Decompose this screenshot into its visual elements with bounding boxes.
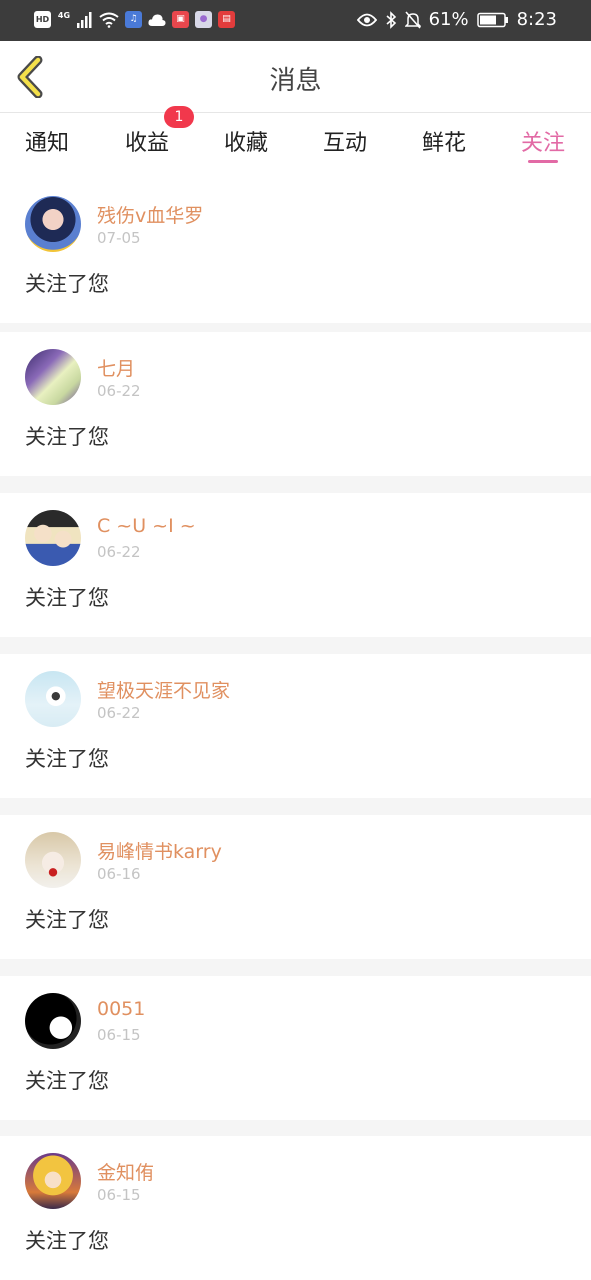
username[interactable]: 残伤v血华罗	[97, 201, 203, 228]
tab-interactions[interactable]: 互动	[305, 125, 385, 157]
follow-item[interactable]: 残伤v血华罗 07-05 关注了您	[0, 179, 591, 323]
avatar[interactable]	[25, 1153, 81, 1209]
hd-indicator: HD	[34, 11, 51, 28]
follow-item[interactable]: 易峰情书karry 06-16 关注了您	[0, 815, 591, 959]
tab-favorites[interactable]: 收藏	[206, 125, 286, 157]
top-nav-bar: 消息	[0, 41, 591, 113]
username[interactable]: 易峰情书karry	[97, 837, 222, 864]
username[interactable]: 望极天涯不见家	[97, 676, 230, 703]
music-app-icon: ♫	[125, 11, 142, 28]
signal-icon	[77, 11, 92, 28]
username[interactable]: 金知侑	[97, 1158, 154, 1185]
status-bar: HD 4G ♫ ▣ ● ▤ 61% 8:23	[0, 0, 591, 41]
follow-message: 关注了您	[25, 908, 109, 932]
red-app-icon: ▣	[172, 11, 189, 28]
username[interactable]: 0051	[97, 998, 145, 1020]
battery-percent: 61%	[428, 9, 469, 30]
avatar[interactable]	[25, 832, 81, 888]
tab-follows[interactable]: 关注	[503, 125, 583, 157]
avatar[interactable]	[25, 993, 81, 1049]
follow-date: 06-22	[97, 543, 141, 561]
page-title: 消息	[269, 66, 322, 96]
follow-date: 06-16	[97, 865, 141, 883]
follow-item[interactable]: 望极天涯不见家 06-22 关注了您	[0, 654, 591, 798]
follow-message: 关注了您	[25, 1069, 109, 1093]
avatar[interactable]	[25, 196, 81, 252]
tab-flowers[interactable]: 鲜花	[404, 125, 484, 157]
follow-item[interactable]: 0051 06-15 关注了您	[0, 976, 591, 1120]
active-tab-indicator	[528, 160, 558, 163]
follow-item[interactable]: 金知侑 06-15 关注了您	[0, 1136, 591, 1280]
follow-message: 关注了您	[25, 425, 109, 449]
follow-message: 关注了您	[25, 586, 109, 610]
follow-message: 关注了您	[25, 747, 109, 771]
tab-notifications[interactable]: 通知	[7, 125, 87, 157]
username[interactable]: 七月	[97, 354, 135, 381]
follow-item[interactable]: 七月 06-22 关注了您	[0, 332, 591, 476]
avatar[interactable]	[25, 349, 81, 405]
tab-earnings[interactable]: 收益	[107, 125, 187, 157]
avatar[interactable]	[25, 510, 81, 566]
bluetooth-icon	[386, 10, 396, 29]
follow-date: 06-22	[97, 382, 141, 400]
status-right: 61% 8:23	[356, 9, 557, 30]
status-left: HD 4G ♫ ▣ ● ▤	[34, 11, 235, 28]
follow-item[interactable]: C ~U ~I ~ 06-22 关注了您	[0, 493, 591, 637]
earnings-badge: 1	[164, 106, 194, 128]
follow-message: 关注了您	[25, 272, 109, 296]
eye-icon	[356, 13, 377, 26]
cloud-icon	[148, 13, 166, 26]
follow-date: 06-15	[97, 1186, 141, 1204]
avatar[interactable]	[25, 671, 81, 727]
clock: 8:23	[516, 9, 557, 30]
shop-app-icon: ▤	[218, 11, 235, 28]
bell-off-icon	[404, 10, 421, 29]
wifi-icon	[99, 12, 119, 28]
username[interactable]: C ~U ~I ~	[97, 515, 196, 537]
tab-bar: 通知 收益 1 收藏 互动 鲜花 关注	[0, 106, 591, 179]
battery-icon	[476, 12, 508, 27]
follow-date: 06-22	[97, 704, 141, 722]
follow-message: 关注了您	[25, 1229, 109, 1253]
gallery-app-icon: ●	[195, 11, 212, 28]
follow-date: 06-15	[97, 1026, 141, 1044]
network-type: 4G	[57, 11, 71, 20]
follow-date: 07-05	[97, 229, 141, 247]
